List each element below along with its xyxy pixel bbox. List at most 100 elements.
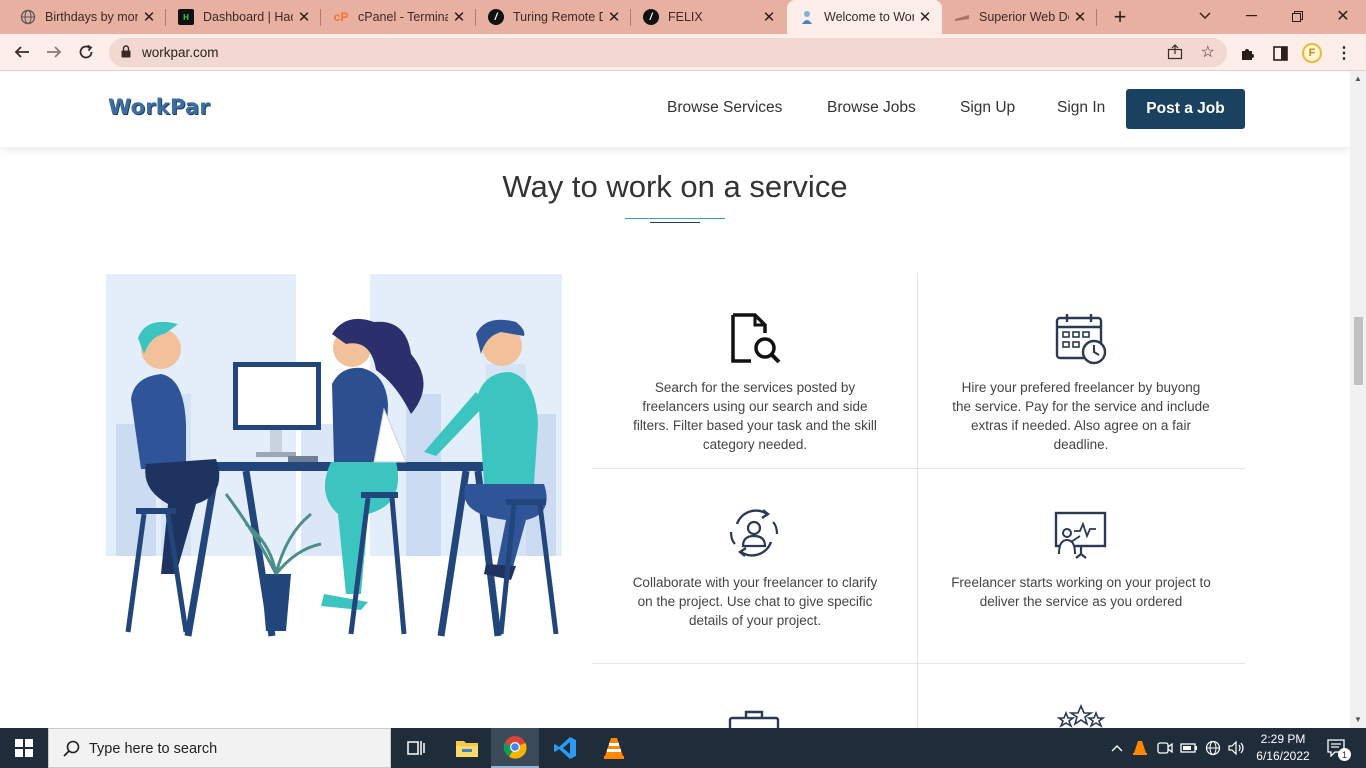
nav-browse-jobs[interactable]: Browse Jobs (827, 99, 916, 117)
profile-initial: F (1302, 43, 1322, 63)
tab-separator (1096, 9, 1097, 26)
tab-title: Dashboard | Hack (203, 10, 293, 24)
minimize-button[interactable] (1228, 0, 1274, 32)
windows-taskbar: Type here to search 2:29 PM 6/16/2022 1 (0, 728, 1366, 768)
bookmark-star-icon[interactable]: ☆ (1201, 42, 1215, 62)
minimize-icon (1245, 15, 1257, 17)
close-icon[interactable]: ✕ (448, 6, 470, 28)
grid-divider-horizontal (592, 663, 1245, 664)
tray-volume[interactable] (1226, 728, 1248, 768)
tab-title: Turing Remote D (513, 10, 603, 24)
chrome-icon (503, 736, 527, 759)
nav-sign-in[interactable]: Sign In (1057, 99, 1105, 117)
tab-turing[interactable]: / Turing Remote D ✕ (476, 0, 631, 34)
speaker-icon (1228, 741, 1244, 755)
close-icon[interactable]: ✕ (293, 6, 315, 28)
globe-icon (20, 9, 36, 25)
share-icon[interactable] (1167, 44, 1183, 65)
profile-avatar[interactable]: F (1301, 42, 1323, 64)
globe-icon (1205, 740, 1221, 756)
post-job-button[interactable]: Post a Job (1126, 89, 1245, 129)
tab-cpanel[interactable]: cP cPanel - Terminal ✕ (321, 0, 476, 34)
presentation-board-icon (1054, 511, 1107, 559)
tray-overflow-chevron[interactable] (1108, 728, 1126, 768)
forward-button[interactable] (40, 38, 68, 66)
reload-button[interactable] (72, 38, 100, 66)
briefcase-icon (728, 710, 780, 728)
site-header: WorkPar Browse Services Browse Jobs Sign… (0, 71, 1350, 147)
browser-toolbar: workpar.com ☆ F ⋮ (0, 34, 1366, 71)
folder-icon (456, 741, 478, 757)
tab-felix[interactable]: / FELIX ✕ (631, 0, 786, 34)
stars-icon (1056, 704, 1106, 728)
close-window-button[interactable]: ✕ (1320, 0, 1366, 32)
close-icon[interactable]: ✕ (1069, 6, 1091, 28)
action-center-button[interactable]: 1 (1320, 728, 1354, 768)
tab-welcome-workpar[interactable]: Welcome to Wor ✕ (787, 0, 942, 34)
cpanel-icon: cP (333, 10, 349, 24)
taskbar-vscode[interactable] (541, 728, 589, 768)
grid-divider-vertical (917, 273, 918, 728)
camera-icon (1157, 742, 1173, 754)
tab-dashboard[interactable]: H Dashboard | Hack ✕ (166, 0, 321, 34)
superior-icon (954, 9, 970, 25)
address-bar[interactable]: workpar.com ☆ (109, 38, 1227, 67)
chevron-down-icon (1199, 12, 1211, 19)
tray-battery[interactable] (1178, 728, 1200, 768)
collaborate-user-icon (729, 509, 779, 557)
tab-search-button[interactable] (1182, 0, 1228, 32)
browser-menu-button[interactable]: ⋮ (1333, 42, 1355, 64)
tab-title: FELIX (668, 10, 703, 24)
tray-vlc[interactable] (1130, 728, 1150, 768)
start-button[interactable] (0, 728, 48, 768)
tab-superior[interactable]: Superior Web De ✕ (942, 0, 1097, 34)
scrollbar-thumb[interactable] (1354, 317, 1363, 385)
grid-divider-horizontal (592, 468, 1245, 469)
search-icon (63, 740, 80, 757)
turing-icon: / (643, 9, 659, 25)
site-logo[interactable]: WorkPar (108, 95, 210, 119)
taskbar-file-explorer[interactable] (443, 728, 491, 768)
taskbar-clock[interactable]: 2:29 PM 6/16/2022 (1248, 731, 1318, 765)
restore-button[interactable] (1274, 0, 1320, 32)
task-view-icon (407, 741, 425, 755)
nav-sign-up[interactable]: Sign Up (960, 99, 1015, 117)
close-icon: ✕ (1336, 8, 1350, 25)
turing-icon: / (488, 9, 504, 25)
vscode-icon (554, 737, 576, 759)
restore-icon (1291, 10, 1303, 22)
calendar-clock-icon (1055, 314, 1107, 365)
card-text: Collaborate with your freelancer to clar… (632, 575, 878, 628)
tab-title: Welcome to Wor (824, 10, 914, 24)
tab-title: cPanel - Terminal (358, 10, 448, 24)
taskbar-vlc[interactable] (590, 728, 638, 768)
taskbar-search-input[interactable]: Type here to search (48, 728, 391, 768)
tab-title: Superior Web De (979, 10, 1069, 24)
nav-browse-services[interactable]: Browse Services (667, 99, 782, 117)
hackerrank-icon: H (178, 9, 194, 25)
tray-network[interactable] (1202, 728, 1224, 768)
extensions-icon[interactable] (1237, 42, 1259, 64)
close-icon[interactable]: ✕ (758, 6, 780, 28)
page-scrollbar[interactable]: ▲ ▼ (1350, 71, 1366, 728)
close-icon[interactable]: ✕ (914, 6, 936, 28)
arrow-left-icon (14, 46, 29, 58)
new-tab-button[interactable]: + (1108, 4, 1132, 29)
title-underline-accent (650, 222, 700, 223)
task-view-button[interactable] (392, 728, 440, 768)
tray-meet-now[interactable] (1154, 728, 1176, 768)
clock-time: 2:29 PM (1260, 732, 1306, 746)
close-icon[interactable]: ✕ (603, 6, 625, 28)
side-panel-icon[interactable] (1269, 42, 1291, 64)
taskbar-chrome[interactable] (491, 728, 539, 768)
scroll-up-icon[interactable]: ▲ (1353, 74, 1363, 84)
reload-icon (79, 44, 93, 59)
section-title: Way to work on a service (502, 169, 848, 204)
back-button[interactable] (8, 38, 36, 66)
scroll-down-icon[interactable]: ▼ (1353, 715, 1363, 725)
tab-birthdays[interactable]: Birthdays by mon ✕ (8, 0, 166, 34)
chevron-up-icon (1111, 745, 1123, 752)
workpar-icon (799, 9, 815, 25)
close-icon[interactable]: ✕ (138, 6, 160, 28)
lock-icon (121, 45, 131, 63)
